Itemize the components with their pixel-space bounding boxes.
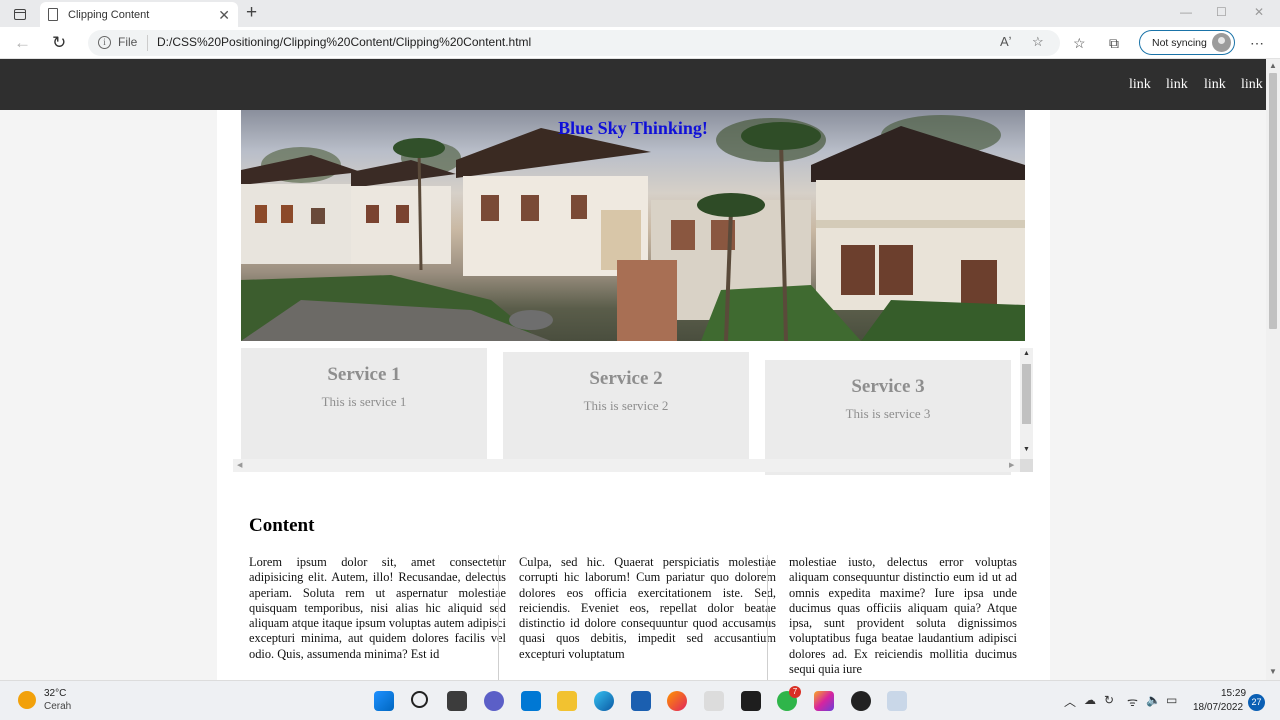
battery-icon[interactable]: ▭: [1166, 693, 1177, 707]
scrollbar-corner: [1020, 459, 1033, 472]
instagram-icon[interactable]: [814, 691, 834, 711]
scheme-label: File: [118, 35, 138, 49]
clock-time[interactable]: 15:29: [1221, 688, 1246, 699]
snipping-tool-icon[interactable]: [887, 691, 907, 711]
tab-title: Clipping Content: [68, 8, 150, 21]
sync-icon[interactable]: ↻: [1104, 693, 1114, 707]
firefox-icon[interactable]: [667, 691, 687, 711]
content-columns: Lorem ipsum dolor sit, amet consectetur …: [249, 555, 1017, 680]
page-icon: [48, 8, 58, 21]
content-column-2: Culpa, sed hic. Quaerat perspiciatis mol…: [519, 555, 776, 661]
scrollbar-thumb[interactable]: [1269, 73, 1277, 329]
content-heading: Content: [249, 515, 315, 536]
service-text: This is service 3: [845, 406, 931, 421]
favorite-add-icon[interactable]: ☆: [1032, 34, 1044, 50]
divider: [147, 35, 148, 51]
nav-link-2[interactable]: link: [1166, 77, 1188, 93]
scroll-left-arrow-icon[interactable]: ◀: [237, 461, 242, 469]
notification-count[interactable]: 27: [1248, 694, 1265, 711]
page-viewport: link link link link Blue Sky Thinking! S…: [0, 59, 1266, 680]
refresh-icon[interactable]: ↻: [52, 33, 66, 53]
folder-icon[interactable]: [557, 691, 577, 711]
service-text: This is service 1: [321, 394, 407, 409]
scroll-down-arrow-icon[interactable]: ▼: [1269, 667, 1277, 676]
scroll-down-arrow-icon[interactable]: ▼: [1023, 446, 1030, 453]
scroll-right-arrow-icon[interactable]: ▶: [1009, 461, 1014, 469]
teams-chat-icon[interactable]: [484, 691, 504, 711]
new-tab-button[interactable]: +: [246, 3, 257, 23]
service-card-1: Service 1 This is service 1: [241, 348, 487, 463]
nav-link-4[interactable]: link: [1241, 77, 1263, 93]
profile-sync-button[interactable]: Not syncing: [1139, 30, 1235, 55]
service-card-3: Service 3 This is service 3: [765, 360, 1011, 475]
close-window-icon[interactable]: ✕: [1254, 5, 1264, 19]
column-divider: [498, 555, 499, 680]
minimize-icon[interactable]: —: [1180, 5, 1192, 19]
service-title: Service 2: [589, 368, 663, 389]
weather-temperature[interactable]: 32°C: [44, 688, 66, 699]
amazon-icon[interactable]: [704, 691, 724, 711]
nav-link-3[interactable]: link: [1204, 77, 1226, 93]
scroll-up-arrow-icon[interactable]: ▲: [1023, 350, 1030, 357]
weather-sun-icon[interactable]: [18, 691, 36, 709]
maximize-icon[interactable]: ☐: [1216, 5, 1227, 19]
media-player-icon[interactable]: [851, 691, 871, 711]
service-title: Service 3: [851, 376, 925, 397]
nav-link-1[interactable]: link: [1129, 77, 1151, 93]
start-icon[interactable]: [374, 691, 394, 711]
content-column-3: molestiae iusto, delectus error voluptas…: [789, 555, 1017, 677]
avatar: [1212, 33, 1231, 52]
page-container: Blue Sky Thinking! Service 1 This is ser…: [217, 110, 1050, 680]
vscode-icon[interactable]: [521, 691, 541, 711]
services-horizontal-scrollbar[interactable]: ◀ ▶: [233, 459, 1020, 472]
content-column-1: Lorem ipsum dolor sit, amet consectetur …: [249, 555, 506, 661]
hero-title: Blue Sky Thinking!: [558, 118, 708, 138]
read-aloud-icon[interactable]: Aʼ: [1000, 34, 1012, 49]
tab-clipping-content[interactable]: Clipping Content ✕: [40, 2, 238, 27]
weather-condition[interactable]: Cerah: [44, 701, 71, 712]
clock-date[interactable]: 18/07/2022: [1193, 702, 1243, 713]
taskbar: 32°C Cerah 7 ︿ ☁ ↻ ᯤ 🔈 ▭ 15:29 18/07/202…: [0, 680, 1280, 720]
address-toolbar: ← ↻ i File D:/CSS%20Positioning/Clipping…: [0, 27, 1280, 59]
tab-actions-icon[interactable]: [8, 4, 32, 24]
volume-icon[interactable]: 🔈: [1146, 693, 1161, 707]
services-vertical-scrollbar[interactable]: ▲ ▼: [1020, 348, 1033, 459]
task-view-icon[interactable]: [447, 691, 467, 711]
site-navbar: link link link link: [0, 59, 1266, 110]
store-icon[interactable]: [631, 691, 651, 711]
more-icon[interactable]: ⋯: [1250, 34, 1264, 52]
close-tab-icon[interactable]: ✕: [218, 8, 230, 22]
favorites-icon[interactable]: ☆: [1073, 34, 1086, 52]
services-scroll-box[interactable]: Service 1 This is service 1 Service 2 Th…: [233, 348, 1033, 476]
service-title: Service 1: [327, 364, 401, 385]
service-card-2: Service 2 This is service 2: [503, 352, 749, 467]
hero-image: Blue Sky Thinking!: [241, 110, 1025, 341]
page-vertical-scrollbar[interactable]: ▲ ▼: [1266, 59, 1280, 680]
service-text: This is service 2: [583, 398, 669, 413]
edge-icon[interactable]: [594, 691, 614, 711]
sync-label: Not syncing: [1152, 36, 1207, 49]
column-divider: [767, 555, 768, 680]
collections-icon[interactable]: ⧉: [1109, 34, 1119, 52]
cloud-icon[interactable]: ☁: [1084, 693, 1096, 707]
scroll-up-arrow-icon[interactable]: ▲: [1269, 61, 1277, 70]
whatsapp-badge: 7: [789, 686, 801, 698]
url-text[interactable]: D:/CSS%20Positioning/Clipping%20Content/…: [157, 35, 531, 49]
show-hidden-icons-icon[interactable]: ︿: [1064, 693, 1076, 710]
villa-illustration: [241, 115, 1025, 341]
tab-strip: Clipping Content ✕ + — ☐ ✕: [0, 0, 1280, 27]
back-icon[interactable]: ←: [14, 33, 31, 53]
address-bar[interactable]: i File D:/CSS%20Positioning/Clipping%20C…: [88, 30, 1060, 56]
info-icon[interactable]: i: [98, 36, 111, 49]
wifi-icon[interactable]: ᯤ: [1127, 693, 1138, 710]
scrollbar-thumb[interactable]: [1022, 364, 1031, 424]
dropbox-icon[interactable]: [741, 691, 761, 711]
search-icon[interactable]: [411, 691, 428, 708]
